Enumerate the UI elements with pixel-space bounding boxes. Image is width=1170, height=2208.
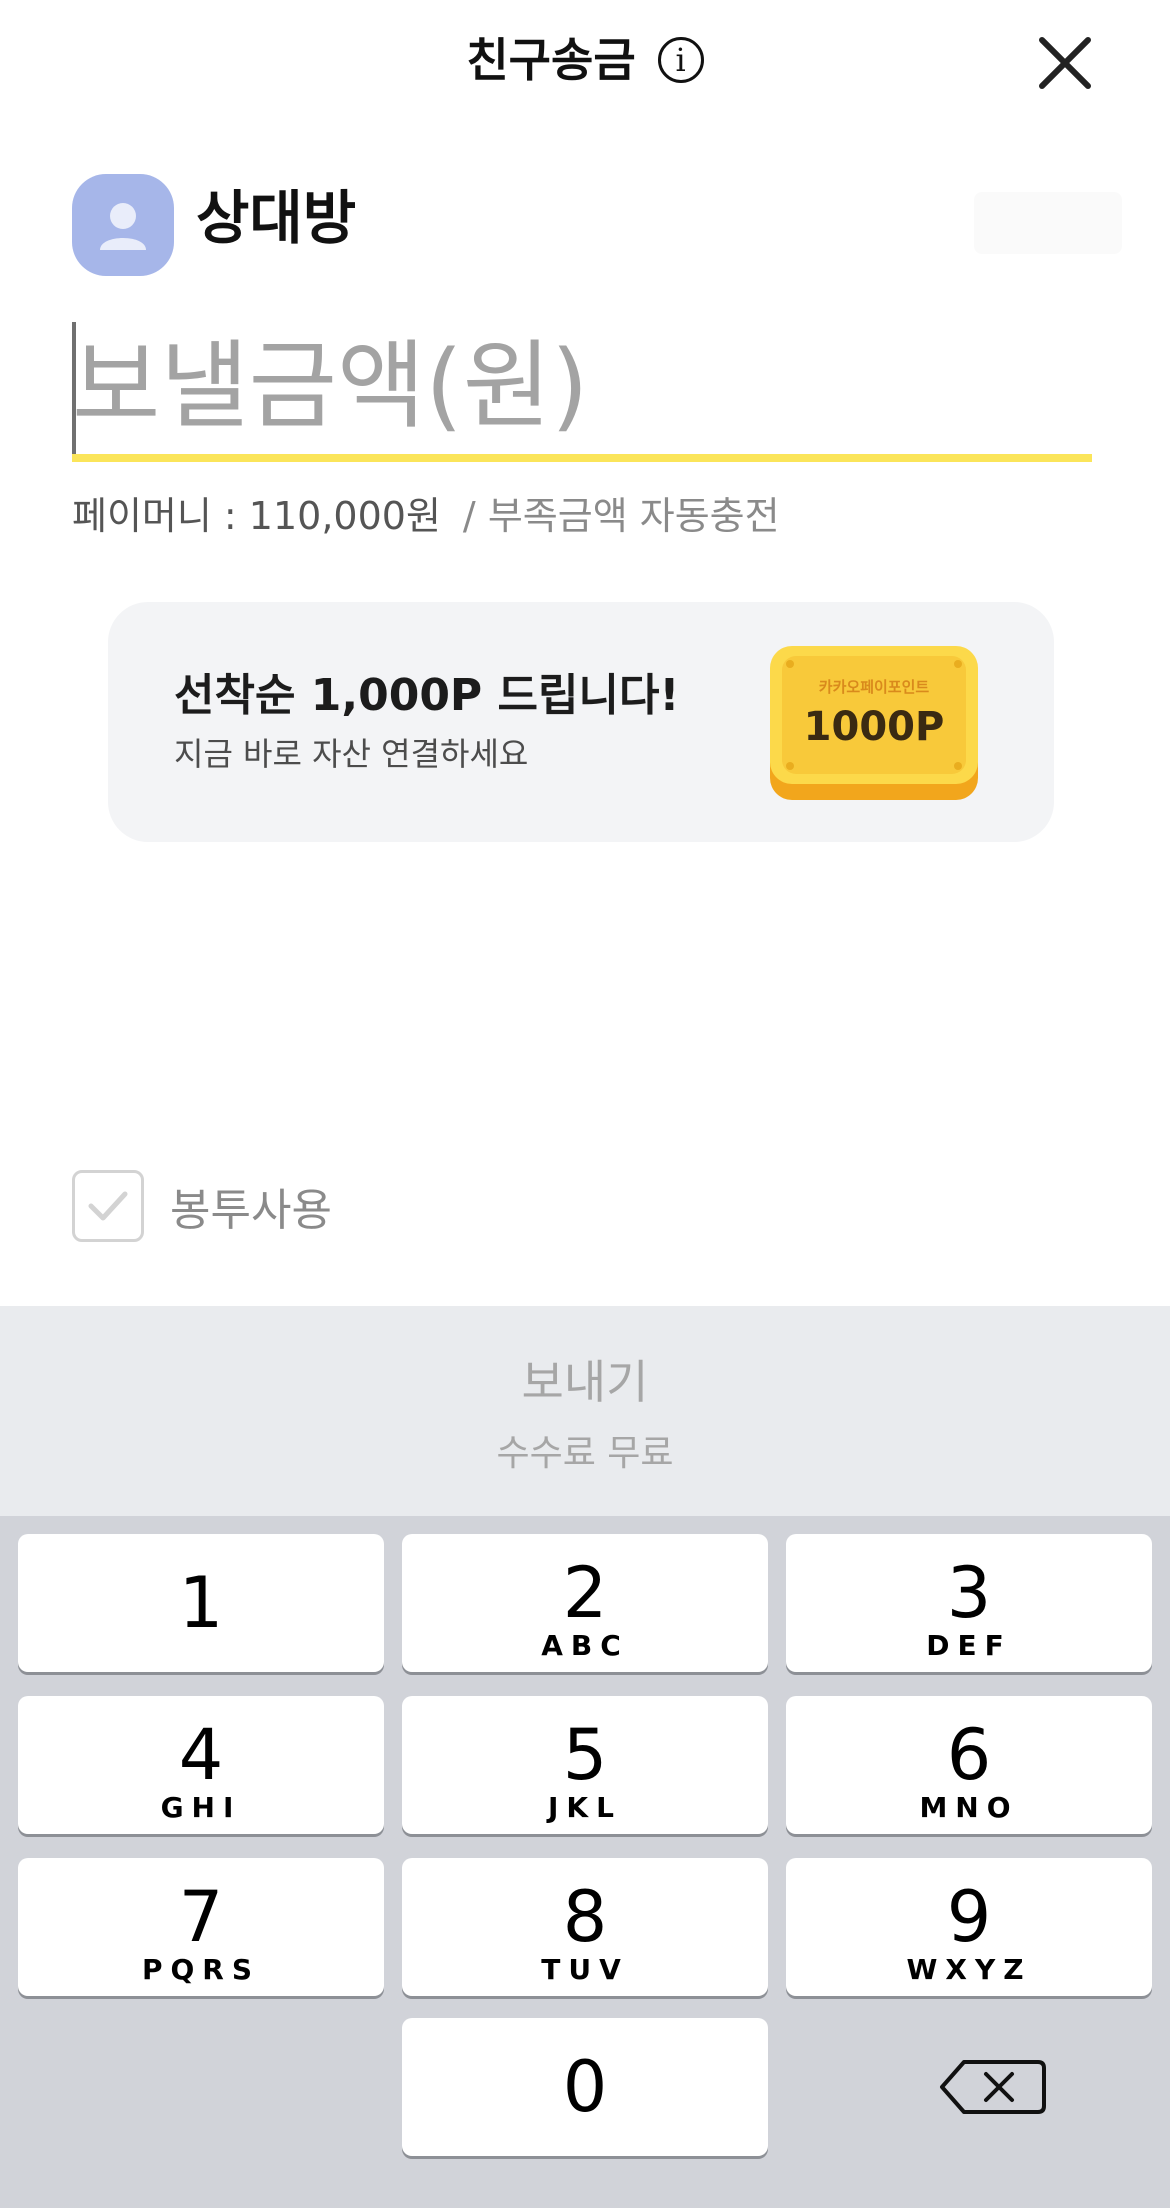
pay-money-balance: 페이머니 : 110,000원 (72, 494, 441, 538)
key-3[interactable]: 3 DEF (786, 1534, 1152, 1672)
key-4[interactable]: 4 GHI (18, 1696, 384, 1834)
close-button[interactable] (1030, 28, 1100, 98)
key-letters: GHI (160, 1791, 242, 1824)
promo-title: 선착순 1,000P 드립니다! (174, 670, 680, 721)
key-9[interactable]: 9 WXYZ (786, 1858, 1152, 1996)
recipient-name: 상대방 (196, 184, 357, 252)
info-icon[interactable]: i (657, 37, 704, 83)
key-letters: ABC (541, 1629, 629, 1662)
numeric-keypad: 1 2 ABC 3 DEF 4 GHI 5 JKL 6 MNO 7 PQRS 8… (0, 1516, 1170, 2208)
balance-separator: / (462, 494, 476, 538)
person-icon (100, 203, 146, 250)
key-letters: PQRS (141, 1953, 261, 1986)
recipient-chip (974, 192, 1122, 254)
envelope-option[interactable]: 봉투사용 (72, 1170, 332, 1242)
amount-input[interactable] (72, 322, 1092, 450)
coin-value: 1000P (804, 704, 945, 750)
text-cursor (72, 322, 76, 458)
point-coin-icon: 카카오페이포인트 1000P (770, 646, 978, 800)
key-1[interactable]: 1 (18, 1534, 384, 1672)
page-title: 친구송금 (466, 33, 636, 87)
check-icon (88, 1191, 128, 1221)
key-number: 3 (946, 1552, 992, 1634)
key-letters: MNO (919, 1791, 1019, 1824)
key-number: 0 (562, 2046, 608, 2128)
key-8[interactable]: 8 TUV (402, 1858, 768, 1996)
key-number: 6 (946, 1714, 992, 1796)
coin-caption: 카카오페이포인트 (819, 678, 930, 696)
key-letters: JKL (548, 1791, 622, 1824)
key-number: 9 (946, 1876, 992, 1958)
key-5[interactable]: 5 JKL (402, 1696, 768, 1834)
fee-label: 수수료 무료 (496, 1433, 674, 1474)
auto-charge-link[interactable]: 부족금액 자동충전 (488, 494, 780, 538)
key-number: 1 (178, 1562, 224, 1644)
envelope-label: 봉투사용 (170, 1185, 332, 1236)
key-number: 5 (562, 1714, 608, 1796)
promo-subtitle: 지금 바로 자산 연결하세요 (174, 735, 529, 773)
key-number: 2 (562, 1552, 608, 1634)
delete-key[interactable] (786, 2018, 1152, 2156)
key-number: 8 (562, 1876, 608, 1958)
key-letters: TUV (541, 1953, 629, 1986)
promo-banner[interactable]: 선착순 1,000P 드립니다! 지금 바로 자산 연결하세요 카카오페이포인트… (108, 602, 1054, 842)
amount-underline (72, 454, 1092, 462)
balance-row: 페이머니 : 110,000원 / 부족금액 자동충전 (72, 488, 780, 544)
close-icon (1039, 37, 1091, 89)
key-letters: DEF (926, 1629, 1012, 1662)
key-6[interactable]: 6 MNO (786, 1696, 1152, 1834)
send-button[interactable]: 보내기 수수료 무료 (0, 1306, 1170, 1516)
backspace-icon (940, 2060, 1046, 2114)
envelope-checkbox[interactable] (72, 1170, 144, 1242)
key-2[interactable]: 2 ABC (402, 1534, 768, 1672)
header: 친구송금 i (0, 28, 1170, 92)
send-label: 보내기 (521, 1355, 649, 1409)
avatar (72, 174, 174, 276)
key-letters: WXYZ (906, 1953, 1032, 1986)
key-number: 7 (178, 1876, 224, 1958)
key-number: 4 (178, 1714, 224, 1796)
key-0[interactable]: 0 (402, 2018, 768, 2156)
amount-field[interactable] (72, 322, 1092, 462)
key-7[interactable]: 7 PQRS (18, 1858, 384, 1996)
